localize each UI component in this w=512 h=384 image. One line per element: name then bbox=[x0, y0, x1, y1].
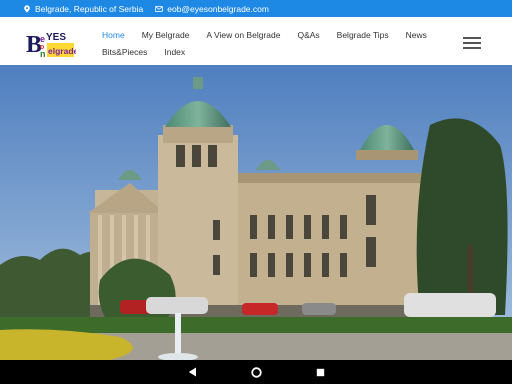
email-info[interactable]: eob@eyesonbelgrade.com bbox=[155, 4, 269, 14]
menu-hamburger-icon[interactable] bbox=[463, 37, 481, 49]
home-circle-icon[interactable] bbox=[250, 366, 262, 378]
parliament-building-photo bbox=[0, 65, 512, 360]
nav-row-1: Home My Belgrade A View on Belgrade Q&As… bbox=[102, 27, 442, 42]
nav-home[interactable]: Home bbox=[102, 30, 125, 40]
site-header: B e YES o n elgrade Home My Belgrade A V… bbox=[0, 17, 512, 65]
location-pin-icon bbox=[24, 4, 30, 13]
location-info: Belgrade, Republic of Serbia bbox=[23, 4, 143, 14]
main-navigation: Home My Belgrade A View on Belgrade Q&As… bbox=[102, 27, 442, 59]
top-info-bar: Belgrade, Republic of Serbia eob@eyesonb… bbox=[0, 0, 512, 17]
nav-my-belgrade[interactable]: My Belgrade bbox=[142, 30, 190, 40]
location-text: Belgrade, Republic of Serbia bbox=[35, 3, 144, 14]
envelope-icon bbox=[155, 5, 163, 12]
nav-qas[interactable]: Q&As bbox=[297, 30, 319, 40]
site-logo[interactable]: B e YES o n elgrade bbox=[26, 26, 76, 58]
svg-text:e: e bbox=[40, 34, 45, 44]
back-triangle-icon[interactable] bbox=[186, 366, 198, 378]
svg-text:elgrade: elgrade bbox=[48, 46, 76, 56]
email-link[interactable]: eob@eyesonbelgrade.com bbox=[167, 4, 269, 14]
recents-square-icon[interactable] bbox=[314, 366, 326, 378]
nav-a-view-on-belgrade[interactable]: A View on Belgrade bbox=[206, 30, 280, 40]
system-navigation-bar bbox=[0, 360, 512, 384]
nav-index[interactable]: Index bbox=[164, 47, 185, 57]
nav-news[interactable]: News bbox=[406, 30, 427, 40]
hero-image bbox=[0, 65, 512, 360]
svg-text:YES: YES bbox=[46, 32, 66, 43]
nav-bits-and-pieces[interactable]: Bits&Pieces bbox=[102, 47, 147, 57]
svg-text:n: n bbox=[40, 49, 46, 58]
nav-belgrade-tips[interactable]: Belgrade Tips bbox=[337, 30, 389, 40]
nav-row-2: Bits&Pieces Index bbox=[102, 44, 442, 59]
